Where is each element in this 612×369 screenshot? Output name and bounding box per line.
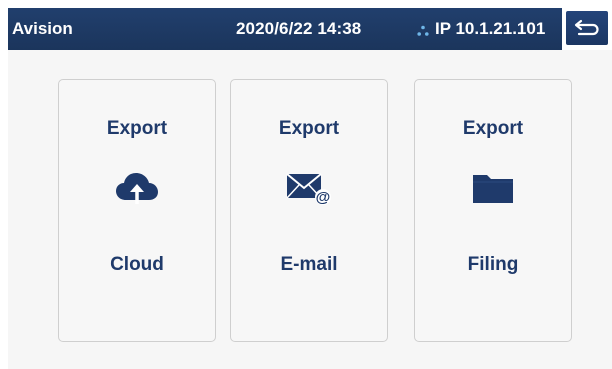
ip-address: IP 10.1.21.101	[435, 19, 546, 38]
cloud-upload-icon	[114, 170, 160, 211]
card-title: Export	[278, 118, 340, 139]
svg-text:@: @	[316, 189, 331, 206]
folder-icon	[472, 170, 514, 211]
export-cloud-button[interactable]: Export Cloud	[58, 79, 216, 342]
export-email-button[interactable]: Export @ E-mail	[230, 79, 388, 342]
top-bar: Avision 2020/6/22 14:38 IP 10.1.21.101	[8, 8, 612, 50]
card-title: Export	[462, 118, 524, 139]
card-label: Cloud	[110, 254, 164, 275]
card-label: E-mail	[280, 254, 338, 275]
card-label: Filing	[467, 254, 519, 275]
email-icon: @	[285, 170, 333, 211]
back-button[interactable]	[562, 8, 612, 50]
network-icon	[417, 24, 429, 36]
back-button-face[interactable]	[566, 11, 608, 45]
datetime: 2020/6/22 14:38	[236, 19, 362, 38]
brand-name: Avision	[12, 19, 73, 38]
card-title: Export	[106, 118, 168, 139]
export-filing-button[interactable]: Export Filing	[414, 79, 572, 342]
screen: Avision 2020/6/22 14:38 IP 10.1.21.101 E…	[8, 8, 612, 369]
back-arrow-icon	[574, 19, 599, 36]
